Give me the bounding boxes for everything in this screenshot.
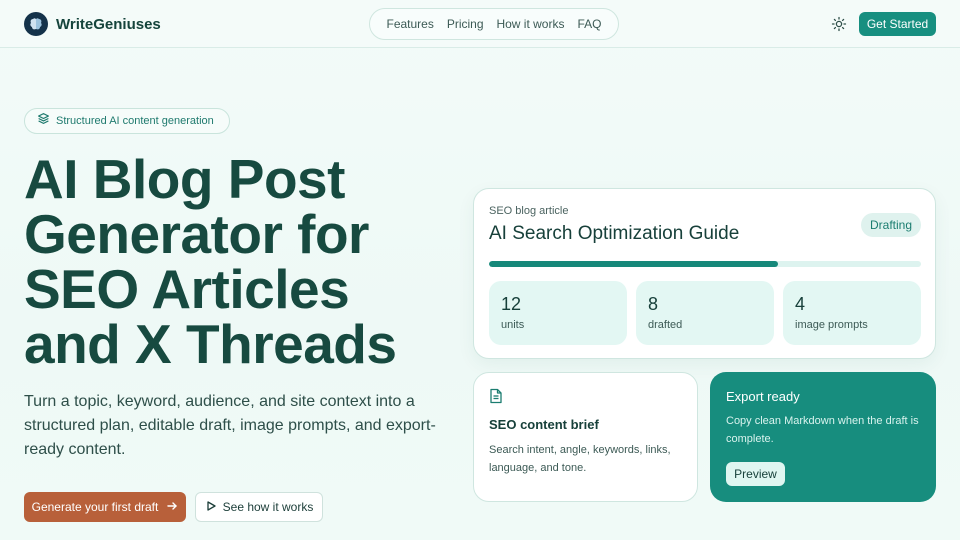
get-started-button[interactable]: Get Started [859, 12, 936, 36]
card-eyebrow: SEO blog article [489, 205, 569, 217]
site-header: WriteGeniuses Features Pricing How it wo… [0, 0, 960, 48]
document-icon [489, 388, 505, 404]
export-title: Export ready [726, 389, 800, 404]
nav-how-it-works[interactable]: How it works [496, 17, 564, 31]
sun-icon[interactable] [831, 16, 847, 32]
generate-draft-label: Generate your first draft [31, 500, 159, 514]
brief-text: Search intent, angle, keywords, links, l… [489, 444, 671, 474]
status-badge: Drafting [861, 213, 921, 237]
stat-label: units [501, 319, 525, 331]
card-title: AI Search Optimization Guide [489, 223, 740, 244]
stat-value: 4 [795, 294, 806, 314]
progress-fill [489, 261, 779, 267]
stat-value: 8 [648, 294, 659, 314]
export-text: Copy clean Markdown when the draft is co… [726, 415, 919, 445]
brand[interactable]: WriteGeniuses [24, 12, 161, 36]
draft-preview-card: SEO blog article AI Search Optimization … [473, 188, 936, 359]
nav-features[interactable]: Features [386, 17, 433, 31]
main-nav: Features Pricing How it works FAQ [369, 8, 619, 40]
stat-drafted: 8 drafted [636, 281, 774, 345]
progress-bar [489, 261, 921, 267]
export-ready-card: Export ready Copy clean Markdown when th… [710, 372, 936, 502]
seo-brief-card: SEO content brief Search intent, angle, … [473, 372, 698, 502]
generate-draft-button[interactable]: Generate your first draft [24, 492, 186, 522]
brain-logo-icon [24, 12, 48, 36]
stat-units: 12 units [489, 281, 627, 345]
arrow-right-icon [166, 500, 178, 515]
layers-icon [37, 112, 50, 130]
hero-subtitle: Turn a topic, keyword, audience, and sit… [24, 393, 436, 458]
brand-name: WriteGeniuses [56, 15, 161, 33]
hero-title: AI Blog Post Generator for SEO Articles … [24, 148, 397, 375]
preview-button[interactable]: Preview [726, 462, 785, 486]
hero-badge: Structured AI content generation [24, 108, 230, 134]
brief-title: SEO content brief [489, 417, 599, 432]
nav-faq[interactable]: FAQ [577, 17, 601, 31]
see-how-label: See how it works [222, 500, 314, 514]
see-how-it-works-button[interactable]: See how it works [195, 492, 323, 522]
stat-label: drafted [648, 319, 683, 331]
stat-image-prompts: 4 image prompts [783, 281, 921, 345]
stat-label: image prompts [795, 319, 868, 331]
nav-pricing[interactable]: Pricing [447, 17, 484, 31]
badge-label: Structured AI content generation [56, 115, 214, 127]
stat-value: 12 [501, 294, 522, 314]
play-icon [205, 500, 217, 515]
